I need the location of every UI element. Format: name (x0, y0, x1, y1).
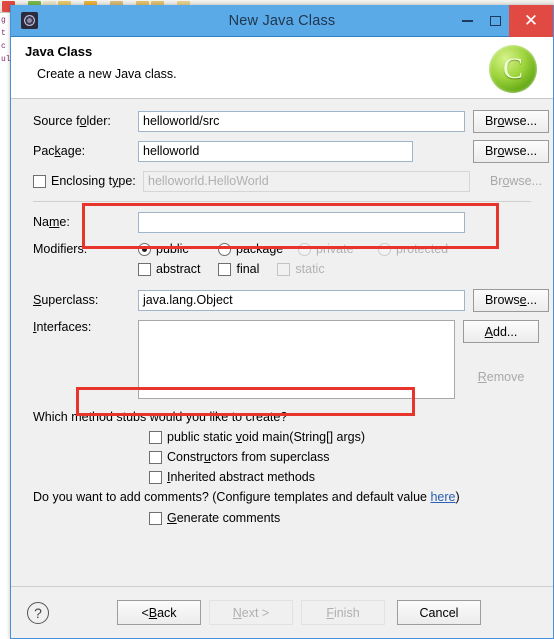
modifier-label: final (236, 262, 260, 276)
interfaces-remove-button: Remove (477, 369, 525, 384)
enclosing-type-row: Enclosing type: helloworld.HelloWorld Br… (11, 170, 553, 192)
modifier-label: package (236, 242, 284, 256)
eclipse-wizard-banner-icon: C (489, 45, 537, 93)
interfaces-list[interactable] (138, 320, 455, 399)
dialog-titlebar[interactable]: New Java Class ✕ (11, 4, 553, 37)
modifier-checkbox-final[interactable]: final (218, 262, 259, 276)
name-label: Name: (33, 215, 70, 229)
generate-comments-row[interactable]: Generate comments (11, 511, 553, 525)
method-stubs-question: Which method stubs would you like to cre… (33, 410, 288, 424)
method-stubs-list: public static void main(String[] args) C… (11, 430, 553, 484)
package-input[interactable]: helloworld (138, 140, 413, 162)
modifier-radio-package[interactable]: package (218, 242, 298, 256)
source-folder-browse-button[interactable]: Br o wse... (473, 109, 549, 133)
name-row: Name: (11, 211, 553, 233)
modifier-checkbox-static: static (277, 262, 325, 276)
source-folder-input[interactable]: helloworld/src (138, 110, 465, 132)
configure-templates-link[interactable]: here (430, 490, 455, 504)
dialog-footer: ? < Back Next > Finish Cancel (11, 586, 553, 638)
superclass-label: Superclass: (33, 293, 99, 307)
checkbox-off-icon (149, 450, 162, 464)
checkbox-off-icon (149, 470, 162, 484)
package-row: Package: helloworld Br o wse... (11, 139, 553, 163)
source-folder-row: Source folder: helloworld/src Br o wse... (11, 109, 553, 133)
package-label: Package: (33, 144, 86, 158)
interfaces-row: Interfaces: Add... Remove (11, 320, 553, 399)
back-button[interactable]: < Back (117, 600, 201, 625)
method-stub-constructors[interactable]: Constructors from superclass (11, 450, 553, 464)
wizard-title: Java Class (25, 44, 93, 59)
superclass-input[interactable]: java.lang.Object (138, 289, 465, 311)
package-browse-button[interactable]: Br o wse... (473, 139, 549, 163)
enclosing-type-label: Enclosing type: (51, 174, 136, 188)
wizard-header: Java Class Create a new Java class. C (11, 37, 553, 99)
modifier-radio-protected: protected (378, 242, 458, 256)
method-stub-inherited[interactable]: Inherited abstract methods (11, 470, 553, 484)
close-button[interactable]: ✕ (509, 4, 553, 37)
source-folder-label: Source folder: (33, 114, 111, 128)
radio-off-icon (298, 242, 311, 256)
checkbox-off-icon (149, 430, 162, 444)
comments-question-text: Do you want to add comments? (Configure … (33, 490, 431, 504)
help-icon[interactable]: ? (27, 601, 49, 624)
new-java-class-dialog: New Java Class ✕ Java Class Create a new… (10, 4, 554, 639)
interfaces-label: Interfaces: (33, 320, 92, 334)
name-input[interactable] (138, 211, 465, 233)
maximize-button[interactable] (481, 6, 509, 36)
modifier-label: protected (396, 242, 449, 256)
method-stub-label: Inherited abstract methods (167, 470, 316, 484)
method-stub-label: Constructors from superclass (167, 450, 330, 464)
banner-letter: C (502, 52, 523, 85)
enclosing-type-browse-button: Br o wse... (489, 174, 543, 188)
superclass-browse-button[interactable]: Brows e... (473, 288, 549, 312)
modifier-label: public (156, 242, 189, 256)
modifier-checkbox-abstract[interactable]: abstract (138, 262, 200, 276)
modifier-label: abstract (156, 262, 201, 276)
next-button: Next > (209, 600, 293, 625)
minimize-button[interactable] (453, 6, 481, 36)
method-stub-main[interactable]: public static void main(String[] args) (11, 430, 553, 444)
modifier-label: private (316, 242, 354, 256)
enclosing-type-input[interactable]: helloworld.HelloWorld (143, 170, 470, 192)
minimize-icon (461, 19, 473, 22)
generate-comments-label: Generate comments (167, 511, 281, 525)
superclass-row: Superclass: java.lang.Object Brows e... (11, 288, 553, 312)
java-class-wizard-icon (21, 12, 38, 29)
finish-button: Finish (301, 600, 385, 625)
radio-off-icon (378, 242, 391, 256)
modifier-radio-public[interactable]: public (138, 242, 218, 256)
comments-question-suffix: ) (455, 490, 460, 504)
method-stub-label: public static void main(String[] args) (167, 430, 365, 444)
checkbox-off-icon (218, 262, 232, 276)
cancel-button[interactable]: Cancel (397, 600, 481, 625)
section-divider (33, 201, 531, 202)
wizard-subtitle: Create a new Java class. (37, 67, 177, 81)
radio-on-icon (138, 242, 151, 256)
enclosing-type-checkbox[interactable] (33, 174, 46, 188)
modifiers-label: Modifiers: (33, 242, 88, 256)
maximize-icon (489, 15, 501, 26)
checkbox-off-icon (149, 511, 162, 525)
interfaces-add-button[interactable]: Add... (463, 320, 539, 343)
checkbox-off-icon (277, 262, 291, 276)
modifiers-row: Modifiers: public package private protec… (11, 242, 553, 276)
modifier-label: static (295, 262, 325, 276)
radio-off-icon (218, 242, 231, 256)
comments-question: Do you want to add comments? (Configure … (11, 490, 553, 504)
modifier-radio-private: private (298, 242, 378, 256)
wizard-body: Source folder: helloworld/src Br o wse... … (11, 99, 553, 599)
checkbox-off-icon (138, 262, 151, 276)
